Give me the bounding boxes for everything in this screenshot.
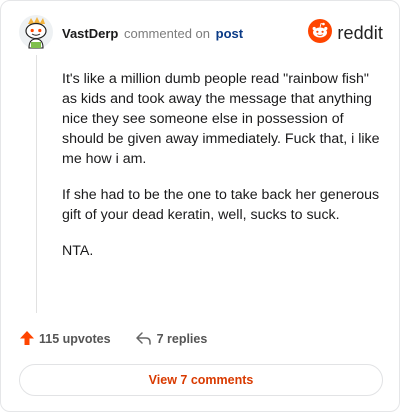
reddit-logo-icon — [308, 18, 333, 48]
comment-paragraph: If she had to be the one to take back he… — [62, 187, 380, 223]
reply-arrow-icon — [135, 330, 152, 349]
author-name[interactable]: VastDerp — [62, 26, 118, 41]
replies-button[interactable]: 7 replies — [135, 330, 208, 349]
upvote-arrow-icon — [19, 330, 35, 349]
snoo-avatar-icon[interactable] — [19, 15, 53, 49]
reply-count: 7 replies — [156, 332, 208, 346]
comment-header: VastDerp commented on post reddit — [19, 15, 383, 55]
comment-card: VastDerp commented on post reddit It's l… — [0, 0, 400, 412]
author-line: VastDerp commented on post — [62, 26, 243, 41]
comment-body: It's like a million dumb people read "ra… — [62, 69, 382, 277]
comment-verb: commented on — [124, 26, 210, 41]
thread-line[interactable] — [36, 55, 37, 313]
upvote-button[interactable]: 115 upvotes — [19, 330, 111, 349]
reddit-brand[interactable]: reddit — [308, 18, 383, 48]
reddit-wordmark: reddit — [337, 22, 383, 43]
comment-actions: 115 upvotes 7 replies — [19, 329, 207, 349]
comment-paragraph: It's like a million dumb people read "ra… — [62, 71, 380, 167]
view-comments-button[interactable]: View 7 comments — [19, 364, 383, 396]
upvote-count: 115 upvotes — [39, 332, 111, 346]
comment-paragraph: NTA. — [62, 243, 94, 259]
post-link[interactable]: post — [216, 26, 243, 41]
